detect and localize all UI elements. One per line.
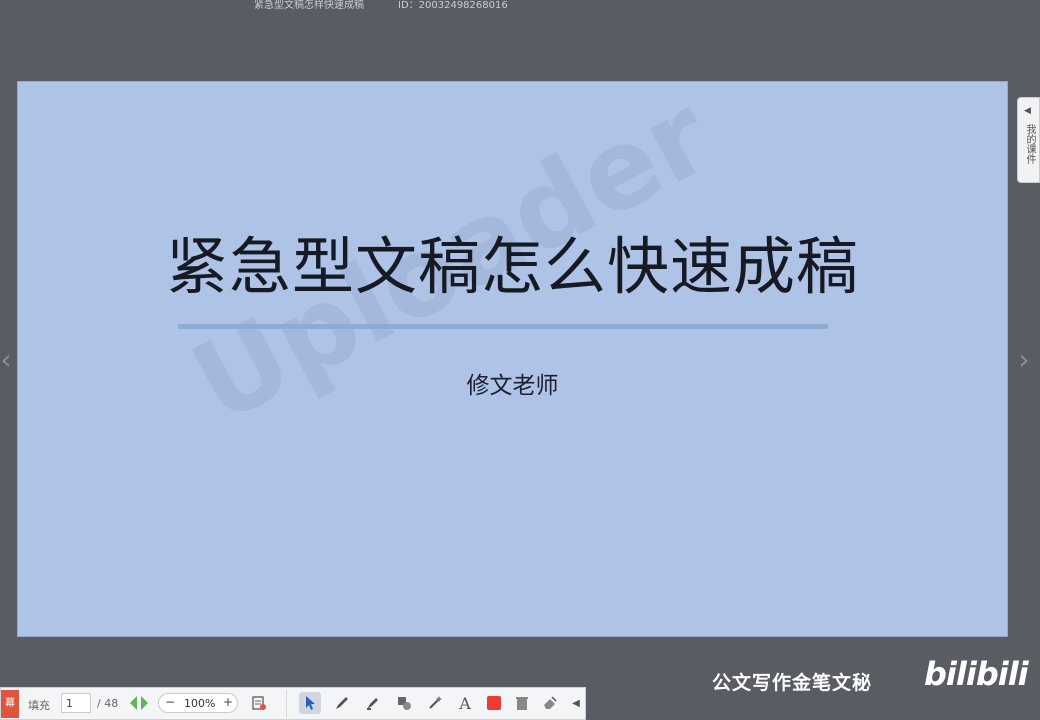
channel-name: 公文写作金笔文秘 (712, 672, 873, 694)
page-number-input[interactable] (61, 693, 91, 713)
pen-tool-icon[interactable] (331, 692, 353, 714)
zoom-control: − 100% + (158, 693, 238, 713)
text-tool-icon[interactable]: A (454, 692, 476, 714)
slide-subtitle: 修文老师 (466, 373, 559, 399)
highlighter-tool-icon[interactable] (362, 692, 384, 714)
title-divider (178, 324, 828, 329)
zoom-in-button[interactable]: + (223, 695, 233, 709)
previous-slide-arrow-icon[interactable]: ‹ (0, 340, 16, 380)
fill-label: 填充 (28, 699, 50, 712)
page-nav-arrows-icon[interactable] (128, 693, 150, 713)
document-title: 紧急型文稿怎样快速成稿 (254, 0, 364, 11)
next-slide-arrow-icon[interactable]: › (1014, 340, 1034, 380)
bilibili-logo: bilibili (924, 655, 1029, 693)
window-title-bar: 紧急型文稿怎样快速成稿 ID：20032498268016 (0, 0, 1040, 14)
my-courseware-label: 我的课件 (1024, 124, 1035, 164)
toolbar-divider (286, 690, 287, 718)
slide-title: 紧急型文稿怎么快速成稿 (165, 230, 859, 303)
document-id: ID：20032498268016 (398, 0, 508, 11)
toolbar-red-tab[interactable]: 幕 (1, 690, 19, 718)
my-courseware-tab[interactable]: ◀ 我的课件 (1017, 97, 1040, 183)
collapse-toolbar-icon[interactable]: ◀ (565, 692, 587, 714)
delete-tool-icon[interactable] (511, 692, 533, 714)
eraser-tool-icon[interactable] (539, 692, 561, 714)
selected-color-swatch (487, 696, 501, 710)
shape-tool-icon[interactable] (393, 692, 415, 714)
pointer-tool-icon[interactable] (299, 692, 321, 714)
zoom-out-button[interactable]: − (165, 695, 175, 709)
page-total: / 48 (97, 697, 119, 710)
slide-notes-icon[interactable] (248, 692, 270, 714)
collapse-left-icon: ◀ (1024, 106, 1031, 116)
presentation-slide: Uploader 紧急型文稿怎么快速成稿 修文老师 (17, 81, 1008, 637)
zoom-level: 100% (184, 697, 216, 710)
bottom-toolbar: 幕 填充 / 48 − 100% + A (0, 687, 586, 720)
color-picker-icon[interactable] (483, 692, 505, 714)
magic-wand-tool-icon[interactable] (424, 692, 446, 714)
